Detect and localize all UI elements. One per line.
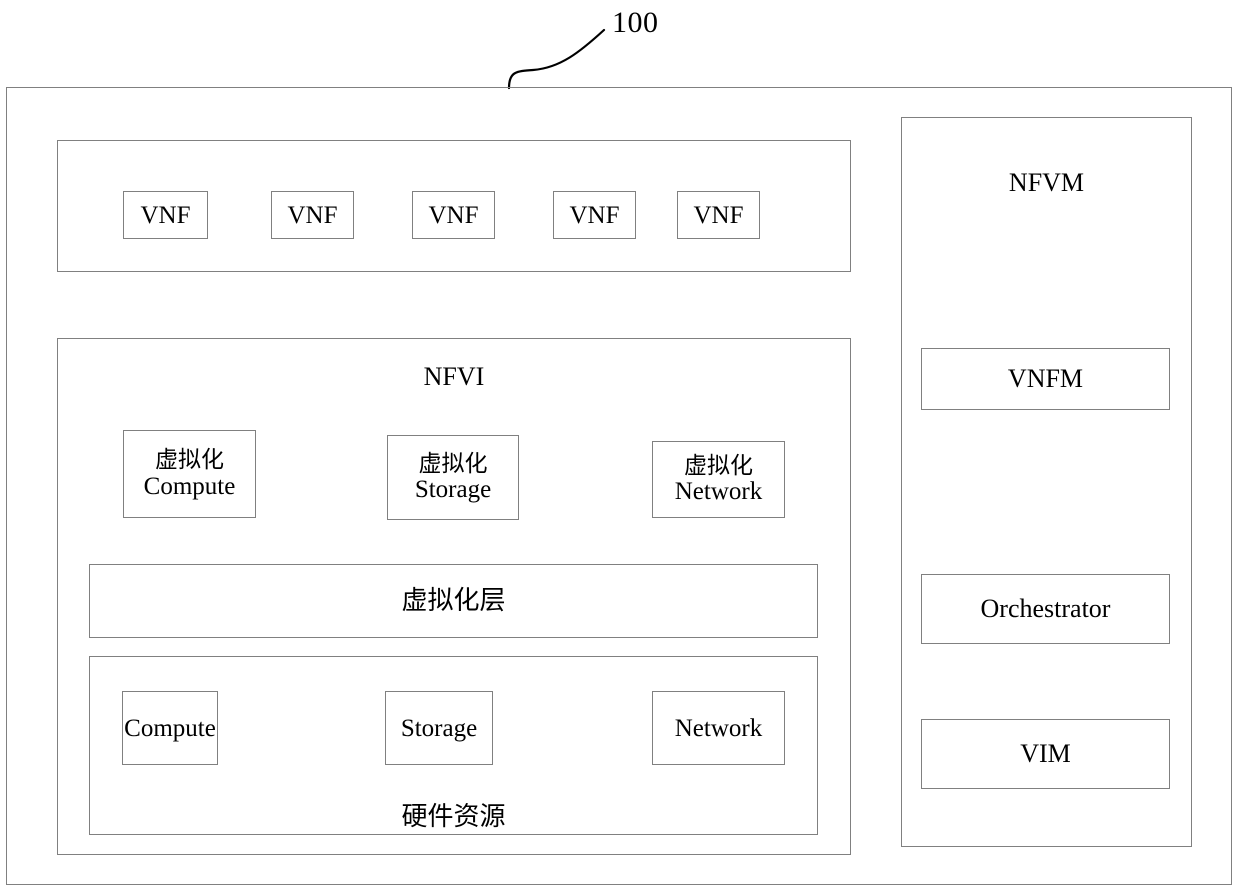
vnf-box-1-label: VNF xyxy=(140,201,191,229)
vnf-box-5[interactable]: VNF xyxy=(677,191,760,239)
virtual-storage-bottom-label: Storage xyxy=(414,476,492,504)
vim-label: VIM xyxy=(1020,738,1071,768)
vnf-box-3[interactable]: VNF xyxy=(412,191,495,239)
hardware-compute-label: Compute xyxy=(124,714,216,742)
virtual-compute-bottom-label: Compute xyxy=(143,472,236,500)
reference-numeral-100: 100 xyxy=(612,6,659,39)
hardware-storage-box[interactable]: Storage xyxy=(385,691,493,765)
virtualization-layer-label: 虚拟化层 xyxy=(401,585,506,616)
vnf-box-4-label: VNF xyxy=(569,201,620,229)
virtual-network-box[interactable]: 虚拟化 Network xyxy=(652,441,785,518)
virtual-network-bottom-label: Network xyxy=(674,478,763,506)
hardware-compute-box[interactable]: Compute xyxy=(122,691,218,765)
hardware-network-box[interactable]: Network xyxy=(652,691,785,765)
virtual-compute-box[interactable]: 虚拟化 Compute xyxy=(123,430,256,518)
vnf-box-3-label: VNF xyxy=(428,201,479,229)
hardware-storage-label: Storage xyxy=(400,714,478,742)
orchestrator-label: Orchestrator xyxy=(980,593,1111,623)
virtual-storage-top-label: 虚拟化 xyxy=(418,450,488,477)
nfvi-title: NFVI xyxy=(423,362,485,391)
vnfm-box[interactable]: VNFM xyxy=(921,348,1170,410)
vnf-box-4[interactable]: VNF xyxy=(553,191,636,239)
virtual-storage-box[interactable]: 虚拟化 Storage xyxy=(387,435,519,520)
orchestrator-box[interactable]: Orchestrator xyxy=(921,574,1170,644)
vnf-box-2-label: VNF xyxy=(287,201,338,229)
diagram-canvas: 100 VNF VNF VNF VNF VNF NFVI 虚拟化 Compute… xyxy=(0,0,1240,896)
hardware-network-label: Network xyxy=(674,714,763,742)
vnfm-label: VNFM xyxy=(1007,363,1084,393)
virtual-network-top-label: 虚拟化 xyxy=(684,452,753,479)
nfvm-title: NFVM xyxy=(1008,168,1085,197)
virtualization-layer-box[interactable]: 虚拟化层 xyxy=(89,564,818,638)
virtual-compute-top-label: 虚拟化 xyxy=(155,447,224,474)
vnf-box-1[interactable]: VNF xyxy=(123,191,208,239)
vnf-box-5-label: VNF xyxy=(693,201,744,229)
vim-box[interactable]: VIM xyxy=(921,719,1170,789)
hardware-resources-caption: 硬件资源 xyxy=(401,802,506,832)
vnf-box-2[interactable]: VNF xyxy=(271,191,354,239)
